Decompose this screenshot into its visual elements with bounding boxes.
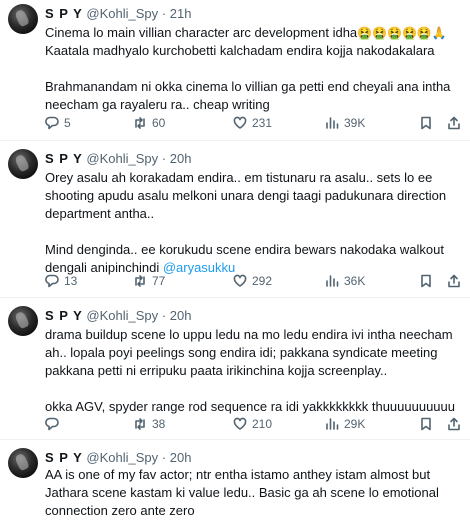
tweet-header: S P Y @Kohli_Spy · 20h (45, 151, 191, 166)
views-count: 29K (344, 417, 366, 431)
reply-icon (45, 116, 59, 130)
tweet-text-line: Cinema lo main villian character arc dev… (45, 25, 358, 40)
separator: · (161, 308, 167, 323)
like-icon (233, 417, 247, 430)
author-name[interactable]: S P Y (45, 308, 83, 323)
author-name[interactable]: S P Y (45, 151, 83, 166)
reply-icon (45, 417, 59, 431)
like-button[interactable]: 231 (233, 116, 272, 130)
author-handle[interactable]: @Kohli_Spy (86, 450, 158, 465)
action-bar: 38 210 29K (45, 417, 465, 433)
like-count: 231 (252, 116, 273, 130)
bookmark-icon (421, 116, 431, 130)
reply-count: 13 (64, 274, 78, 288)
separator: · (161, 450, 167, 465)
retweet-count: 60 (152, 116, 166, 130)
reply-button[interactable]: 5 (45, 116, 71, 130)
views-button[interactable]: 39K (325, 116, 365, 130)
bookmark-icon (421, 274, 431, 288)
tweet-header: S P Y @Kohli_Spy · 20h (45, 450, 191, 465)
retweet-count: 77 (152, 274, 166, 288)
share-button[interactable] (447, 417, 461, 431)
retweet-icon (135, 117, 145, 129)
author-handle[interactable]: @Kohli_Spy (86, 6, 158, 21)
share-button[interactable] (447, 274, 461, 288)
tweet-text: drama buildup scene lo uppu ledu na mo l… (45, 327, 455, 414)
retweet-button[interactable]: 60 (133, 116, 165, 130)
avatar[interactable] (8, 448, 38, 478)
like-button[interactable]: 210 (233, 417, 272, 431)
bookmark-button[interactable] (419, 116, 433, 130)
retweet-count: 38 (152, 417, 166, 431)
bookmark-icon (421, 417, 431, 431)
tweet[interactable]: S P Y @Kohli_Spy · 20h AA is one of my f… (0, 440, 470, 520)
share-icon (448, 116, 460, 130)
like-button[interactable]: 292 (233, 274, 272, 288)
avatar[interactable] (8, 149, 38, 179)
tweet[interactable]: S P Y @Kohli_Spy · 21h Cinema lo main vi… (0, 0, 470, 140)
views-button[interactable]: 29K (325, 417, 365, 431)
reply-button[interactable] (45, 417, 64, 431)
mention-link[interactable]: @aryasukku (163, 260, 235, 275)
views-icon (326, 275, 339, 287)
share-icon (448, 417, 460, 431)
emoji-row: 🤮🤮🤮🤮🤮🙏 (357, 26, 447, 40)
like-count: 210 (252, 417, 273, 431)
like-count: 292 (252, 274, 273, 288)
separator: · (161, 151, 167, 166)
share-button[interactable] (447, 116, 461, 130)
retweet-button[interactable]: 38 (133, 417, 165, 431)
reply-button[interactable]: 13 (45, 274, 77, 288)
retweet-icon (135, 418, 145, 430)
retweet-button[interactable]: 77 (133, 274, 165, 288)
tweet[interactable]: S P Y @Kohli_Spy · 20h drama buildup sce… (0, 298, 470, 435)
like-icon (233, 274, 247, 287)
author-handle[interactable]: @Kohli_Spy (86, 151, 158, 166)
author-name[interactable]: S P Y (45, 450, 83, 465)
timestamp[interactable]: 20h (170, 450, 192, 465)
tweet-text-content: Orey asalu ah korakadam endira.. em tist… (45, 170, 447, 275)
share-icon (448, 274, 460, 288)
views-count: 36K (344, 274, 366, 288)
action-bar: 5 60 231 39K (45, 116, 465, 132)
action-bar: 13 77 292 36K (45, 274, 465, 290)
tweet-header: S P Y @Kohli_Spy · 20h (45, 308, 191, 323)
views-count: 39K (344, 116, 366, 130)
reply-count: 5 (64, 116, 71, 130)
tweet-text: Orey asalu ah korakadam endira.. em tist… (45, 169, 465, 277)
author-handle[interactable]: @Kohli_Spy (86, 308, 158, 323)
bookmark-button[interactable] (419, 274, 433, 288)
timestamp[interactable]: 20h (170, 151, 192, 166)
tweet-text: Cinema lo main villian character arc dev… (45, 24, 465, 114)
tweet-header: S P Y @Kohli_Spy · 21h (45, 6, 191, 21)
views-icon (326, 117, 339, 129)
timestamp[interactable]: 21h (170, 6, 192, 21)
bookmark-button[interactable] (419, 417, 433, 431)
reply-icon (45, 274, 59, 288)
avatar[interactable] (8, 306, 38, 336)
views-icon (326, 418, 339, 430)
avatar[interactable] (8, 4, 38, 34)
views-button[interactable]: 36K (325, 274, 365, 288)
timestamp[interactable]: 20h (170, 308, 192, 323)
like-icon (233, 116, 247, 129)
tweet-text: AA is one of my fav actor; ntr entha ist… (45, 467, 443, 518)
retweet-icon (135, 275, 145, 287)
tweet-text-rest: Kaatala madhyalo kurchobetti kalchadam e… (45, 43, 451, 112)
tweet[interactable]: S P Y @Kohli_Spy · 20h Orey asalu ah kor… (0, 141, 470, 290)
separator: · (161, 6, 167, 21)
author-name[interactable]: S P Y (45, 6, 83, 21)
